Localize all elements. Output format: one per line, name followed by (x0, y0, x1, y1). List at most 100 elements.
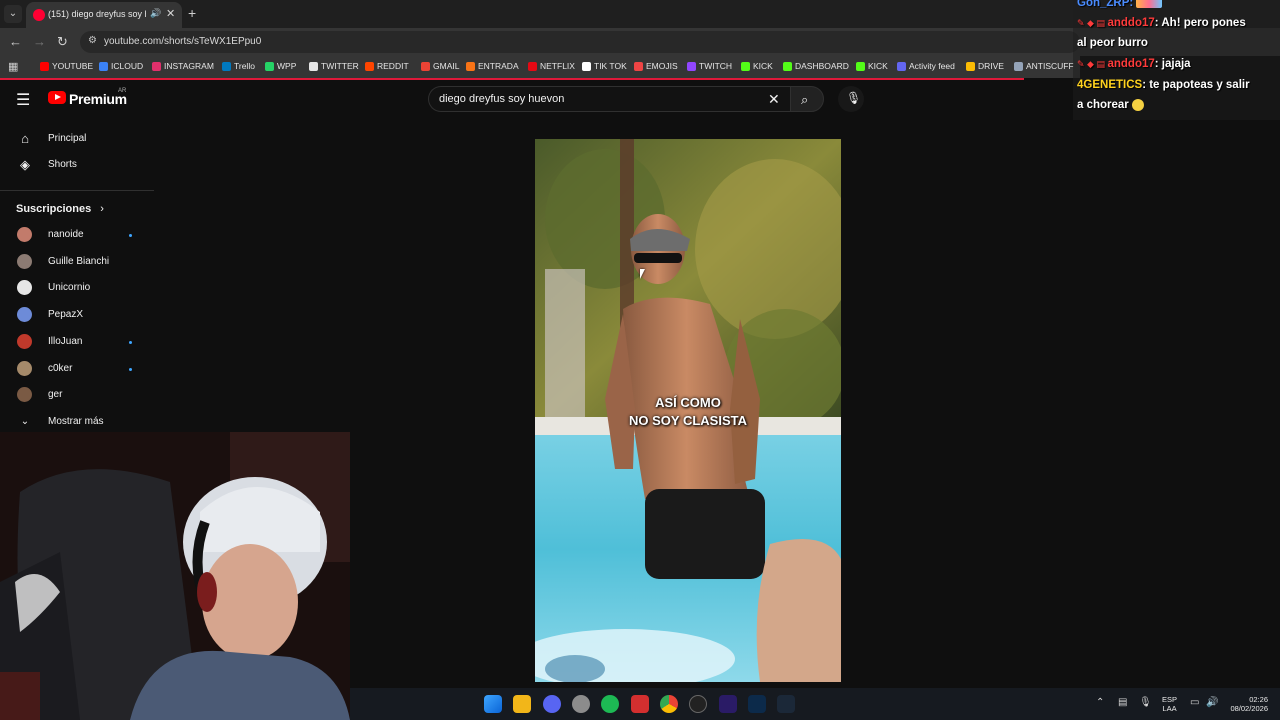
active-tab[interactable]: (151) diego dreyfus soy hu... 🔊 ✕ (26, 2, 182, 28)
bookmark-label: TWITCH (699, 61, 733, 71)
bookmark-favicon-icon (897, 61, 906, 71)
webcam-feed-image (0, 432, 350, 720)
subscription-name: nanoide (48, 229, 84, 240)
tray-app-icon[interactable]: ▤ (1118, 697, 1127, 708)
premiere-pro-icon[interactable] (719, 695, 737, 713)
language-indicator[interactable]: ESP LAA (1162, 695, 1177, 713)
clock[interactable]: 02:26 08/02/2026 (1226, 695, 1268, 713)
bookmark-favicon-icon (741, 61, 750, 71)
url-text[interactable]: youtube.com/shorts/sTeWX1EPpu0 (104, 36, 261, 47)
chat-username: 4GENETICS (1077, 79, 1143, 91)
back-arrow-icon[interactable]: ← (9, 34, 22, 49)
bookmark-item[interactable]: REDDIT (365, 61, 409, 71)
chevron-down-icon: ⌄ (20, 416, 30, 427)
bookmark-item[interactable]: ICLOUD (99, 61, 143, 71)
caption-line-1: ASÍ COMO (655, 395, 721, 410)
bookmark-item[interactable]: TWITCH (687, 61, 732, 71)
region-code: AR (118, 88, 127, 94)
address-bar[interactable]: ⚙ youtube.com/shorts/sTeWX1EPpu0 (80, 31, 1080, 53)
volume-icon[interactable]: 🔊 (1206, 697, 1218, 708)
subscription-name: Guille Bianchi (48, 255, 110, 267)
bookmark-item[interactable]: WPP (265, 61, 296, 71)
subscriptions-title: Suscripciones (16, 203, 92, 215)
hamburger-menu-icon[interactable]: ☰ (16, 90, 30, 110)
show-more-button[interactable]: ⌄ Mostrar más (0, 411, 150, 433)
bookmark-item[interactable]: GMAIL (421, 61, 459, 71)
emote-icon (1136, 0, 1163, 9)
reload-icon[interactable]: ↻ (57, 34, 68, 50)
subscription-item[interactable]: ger (0, 384, 150, 406)
bookmark-favicon-icon (365, 61, 374, 71)
subscription-item[interactable]: Unicornio (0, 277, 150, 299)
search-query-text[interactable]: diego dreyfus soy huevon (439, 93, 564, 105)
chat-message: Gon_ZRP: (1077, 0, 1163, 9)
shorts-video-player[interactable]: ASÍ COMO NO SOY CLASISTA (535, 139, 841, 682)
bookmark-item[interactable]: Activity feed (897, 61, 955, 71)
clock-date: 08/02/2026 (1230, 704, 1268, 713)
photoshop-icon[interactable] (748, 695, 766, 713)
youtube-logo-icon[interactable] (48, 91, 66, 104)
steam-icon[interactable] (777, 695, 795, 713)
speaker-icon[interactable]: 🔊 (150, 8, 161, 19)
chrome-icon[interactable] (660, 695, 678, 713)
file-explorer-icon[interactable] (513, 695, 531, 713)
search-button[interactable]: ⌕ (790, 86, 824, 112)
tray-microphone-icon[interactable]: 🎙 (1139, 697, 1152, 708)
bookmark-item[interactable]: KICK (856, 61, 888, 71)
spotify-icon[interactable] (601, 695, 619, 713)
bookmark-item[interactable]: TWITTER (309, 61, 359, 71)
search-input[interactable]: diego dreyfus soy huevon ✕ (428, 86, 792, 112)
bookmark-item[interactable]: KICK (741, 61, 773, 71)
bookmark-label: ENTRADA (478, 61, 519, 71)
tab-search-button[interactable]: ⌄ (4, 5, 22, 23)
bookmark-label: TIK TOK (594, 61, 627, 71)
bookmark-item[interactable]: ENTRADA (466, 61, 519, 71)
forward-arrow-icon[interactable]: → (33, 34, 46, 49)
clear-search-icon[interactable]: ✕ (768, 91, 780, 108)
bookmark-item[interactable]: DRIVE (966, 61, 1004, 71)
sidebar-item-shorts[interactable]: ◈ Shorts (0, 154, 150, 176)
close-tab-icon[interactable]: ✕ (166, 7, 175, 20)
discord-icon[interactable] (543, 695, 561, 713)
display-icon[interactable]: ▭ (1190, 697, 1199, 708)
bookmark-item[interactable]: INSTAGRAM (152, 61, 214, 71)
voicemeeter-icon[interactable] (631, 695, 649, 713)
bookmark-favicon-icon (466, 61, 475, 71)
subscription-item[interactable]: c0ker (0, 358, 150, 380)
sidebar-item-label: Principal (48, 133, 87, 144)
apps-grid-icon[interactable]: ▦ (8, 60, 18, 73)
site-info-icon[interactable]: ⚙ (88, 35, 97, 46)
bookmark-item[interactable]: Trello (222, 61, 255, 71)
subscription-item[interactable]: PepazX (0, 304, 150, 326)
bookmark-label: KICK (868, 61, 888, 71)
bookmark-favicon-icon (687, 61, 696, 71)
obs-icon[interactable] (572, 695, 590, 713)
sidebar-item-principal[interactable]: ⌂ Principal (0, 128, 150, 150)
bookmark-item[interactable]: YOUTUBE (40, 61, 93, 71)
sidebar: ⌂ Principal ◈ Shorts Suscripciones › nan… (0, 124, 155, 434)
windows-start-icon[interactable] (484, 695, 502, 713)
subscription-name: IlloJuan (48, 335, 83, 347)
avatar (17, 280, 32, 296)
bookmark-item[interactable]: DASHBOARD (783, 61, 849, 71)
bookmark-favicon-icon (421, 61, 430, 71)
bookmark-item[interactable]: EMOJIS (634, 61, 678, 71)
tray-chevron-up-icon[interactable]: ⌃ (1096, 697, 1104, 708)
new-content-dot (129, 367, 132, 371)
subscription-item[interactable]: nanoide (0, 224, 150, 246)
subscription-item[interactable]: Guille Bianchi (0, 251, 150, 273)
chat-message: a chorear (1077, 99, 1144, 111)
new-tab-button[interactable]: + (188, 5, 196, 21)
steelseries-icon[interactable] (689, 695, 707, 713)
tab-title: (151) diego dreyfus soy hu... (48, 9, 146, 19)
bookmark-favicon-icon (582, 61, 591, 71)
subscription-item[interactable]: IlloJuan (0, 331, 150, 353)
new-content-dot (129, 234, 132, 237)
bookmark-item[interactable]: TIK TOK (582, 61, 627, 71)
bookmark-favicon-icon (783, 61, 792, 71)
bookmark-item[interactable]: NETFLIX (528, 61, 575, 71)
subscriptions-heading[interactable]: Suscripciones › (16, 203, 104, 215)
voice-search-button[interactable]: 🎙 (838, 86, 864, 112)
bookmark-item[interactable]: ANTISCUFF (1014, 61, 1074, 71)
bookmark-favicon-icon (966, 61, 975, 71)
